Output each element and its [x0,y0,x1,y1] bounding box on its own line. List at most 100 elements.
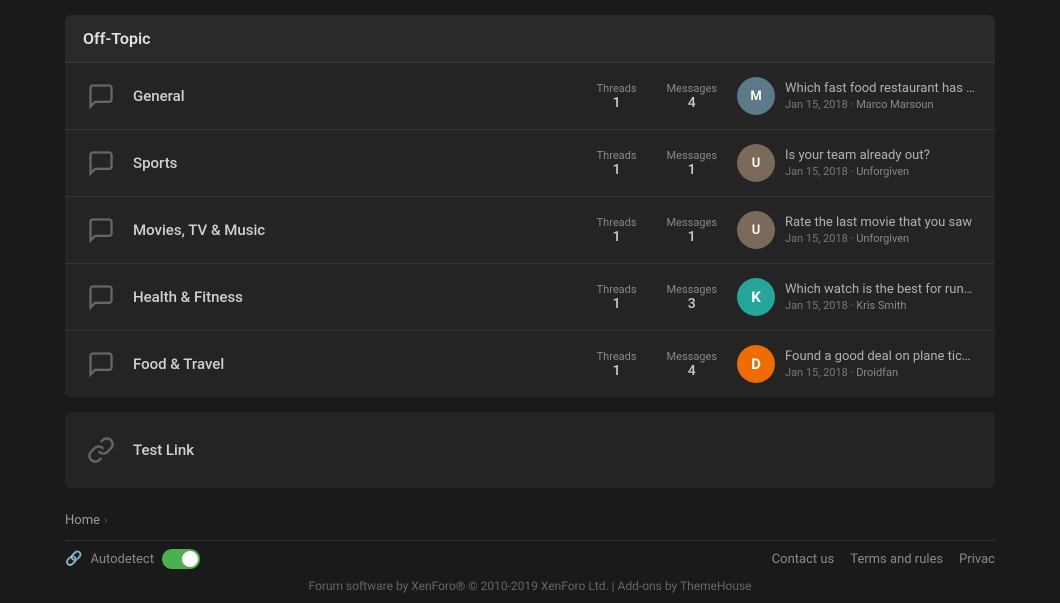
forum-stats-general: Threads 1 Messages 4 [597,82,717,111]
post-info-health: Which watch is the best for running? Jan… [785,282,975,312]
threads-value: 1 [613,162,621,178]
breadcrumb-separator: › [104,513,108,528]
username: Kris Smith [856,299,906,312]
forum-name-sports: Sports [133,154,597,172]
post-title: Which watch is the best for running? [785,282,975,297]
threads-stat: Threads 1 [597,283,637,312]
messages-label: Messages [667,283,717,296]
messages-label: Messages [667,350,717,363]
privacy-link[interactable]: Privac [959,552,995,567]
messages-stat: Messages 4 [667,350,717,379]
test-link-section: Test Link [65,412,995,488]
link-icon [83,432,119,468]
forum-row-movies[interactable]: Movies, TV & Music Threads 1 Messages 1 … [65,197,995,264]
forum-icon-movies [83,212,119,248]
post-title: Found a good deal on plane tickets ... [785,349,975,364]
test-link-name: Test Link [133,441,194,459]
threads-stat: Threads 1 [597,149,637,178]
threads-value: 1 [613,95,621,111]
username: Unforgiven [856,232,909,245]
latest-post-movies: U Rate the last movie that you saw Jan 1… [737,211,977,249]
autodetect-label: Autodetect [90,552,154,567]
forum-credit: Forum software by XenForo® © 2010-2019 X… [308,579,751,593]
forum-stats-movies: Threads 1 Messages 1 [597,216,717,245]
post-info-sports: Is your team already out? Jan 15, 2018 ·… [785,148,930,178]
avatar-health: K [737,278,775,316]
off-topic-section: Off-Topic General Threads 1 Messages 4 M… [65,15,995,397]
post-info-movies: Rate the last movie that you saw Jan 15,… [785,215,972,245]
latest-post-food: D Found a good deal on plane tickets ...… [737,345,977,383]
post-title: Rate the last movie that you saw [785,215,972,230]
forum-name-food: Food & Travel [133,355,597,373]
latest-post-general: M Which fast food restaurant has the ...… [737,77,977,115]
threads-value: 1 [613,229,621,245]
messages-stat: Messages 3 [667,283,717,312]
latest-post-health: K Which watch is the best for running? J… [737,278,977,316]
terms-link[interactable]: Terms and rules [850,552,943,567]
post-meta: Jan 15, 2018 · Unforgiven [785,165,930,178]
forum-stats-sports: Threads 1 Messages 1 [597,149,717,178]
threads-label: Threads [597,283,637,296]
messages-value: 1 [688,229,696,245]
post-title: Is your team already out? [785,148,930,163]
messages-label: Messages [667,216,717,229]
post-meta: Jan 15, 2018 · Droidfan [785,366,975,379]
messages-stat: Messages 4 [667,82,717,111]
forum-icon-health [83,279,119,315]
avatar-general: M [737,77,775,115]
messages-label: Messages [667,82,717,95]
section-title: Off-Topic [65,15,995,63]
autodetect-toggle[interactable] [162,549,200,569]
messages-label: Messages [667,149,717,162]
threads-label: Threads [597,149,637,162]
username: Droidfan [856,366,898,379]
messages-value: 1 [688,162,696,178]
threads-label: Threads [597,216,637,229]
forum-stats-health: Threads 1 Messages 3 [597,283,717,312]
latest-post-sports: U Is your team already out? Jan 15, 2018… [737,144,977,182]
avatar-movies: U [737,211,775,249]
footer-bottom: Forum software by XenForo® © 2010-2019 X… [65,573,995,603]
threads-value: 1 [613,363,621,379]
messages-stat: Messages 1 [667,149,717,178]
messages-value: 3 [688,296,696,312]
post-info-food: Found a good deal on plane tickets ... J… [785,349,975,379]
post-meta: Jan 15, 2018 · Marco Marsoun [785,98,975,111]
contact-link[interactable]: Contact us [772,552,835,567]
forum-icon-sports [83,145,119,181]
threads-stat: Threads 1 [597,350,637,379]
threads-stat: Threads 1 [597,82,637,111]
threads-label: Threads [597,82,637,95]
autodetect-icon: 🔗 [65,551,82,567]
forum-row-sports[interactable]: Sports Threads 1 Messages 1 U Is your te… [65,130,995,197]
messages-value: 4 [688,95,696,111]
forum-icon-general [83,78,119,114]
username: Marco Marsoun [856,98,933,111]
avatar-sports: U [737,144,775,182]
post-info-general: Which fast food restaurant has the ... J… [785,81,975,111]
messages-value: 4 [688,363,696,379]
threads-stat: Threads 1 [597,216,637,245]
forum-name-general: General [133,87,597,105]
username: Unforgiven [856,165,909,178]
post-meta: Jan 15, 2018 · Kris Smith [785,299,975,312]
forum-icon-food [83,346,119,382]
breadcrumb: Home › [65,503,995,536]
footer-bar: 🔗 Autodetect Contact us Terms and rules … [65,540,995,573]
forum-row-food[interactable]: Food & Travel Threads 1 Messages 4 D Fou… [65,331,995,397]
autodetect-group: 🔗 Autodetect [65,549,200,569]
footer-links: Contact us Terms and rules Privac [772,552,995,567]
breadcrumb-home[interactable]: Home [65,513,100,528]
forum-stats-food: Threads 1 Messages 4 [597,350,717,379]
test-link-row[interactable]: Test Link [65,412,995,488]
messages-stat: Messages 1 [667,216,717,245]
forum-name-health: Health & Fitness [133,288,597,306]
threads-label: Threads [597,350,637,363]
post-title: Which fast food restaurant has the ... [785,81,975,96]
threads-value: 1 [613,296,621,312]
forum-name-movies: Movies, TV & Music [133,221,597,239]
forum-row-general[interactable]: General Threads 1 Messages 4 M Which fas… [65,63,995,130]
post-meta: Jan 15, 2018 · Unforgiven [785,232,972,245]
forum-row-health[interactable]: Health & Fitness Threads 1 Messages 3 K … [65,264,995,331]
avatar-food: D [737,345,775,383]
